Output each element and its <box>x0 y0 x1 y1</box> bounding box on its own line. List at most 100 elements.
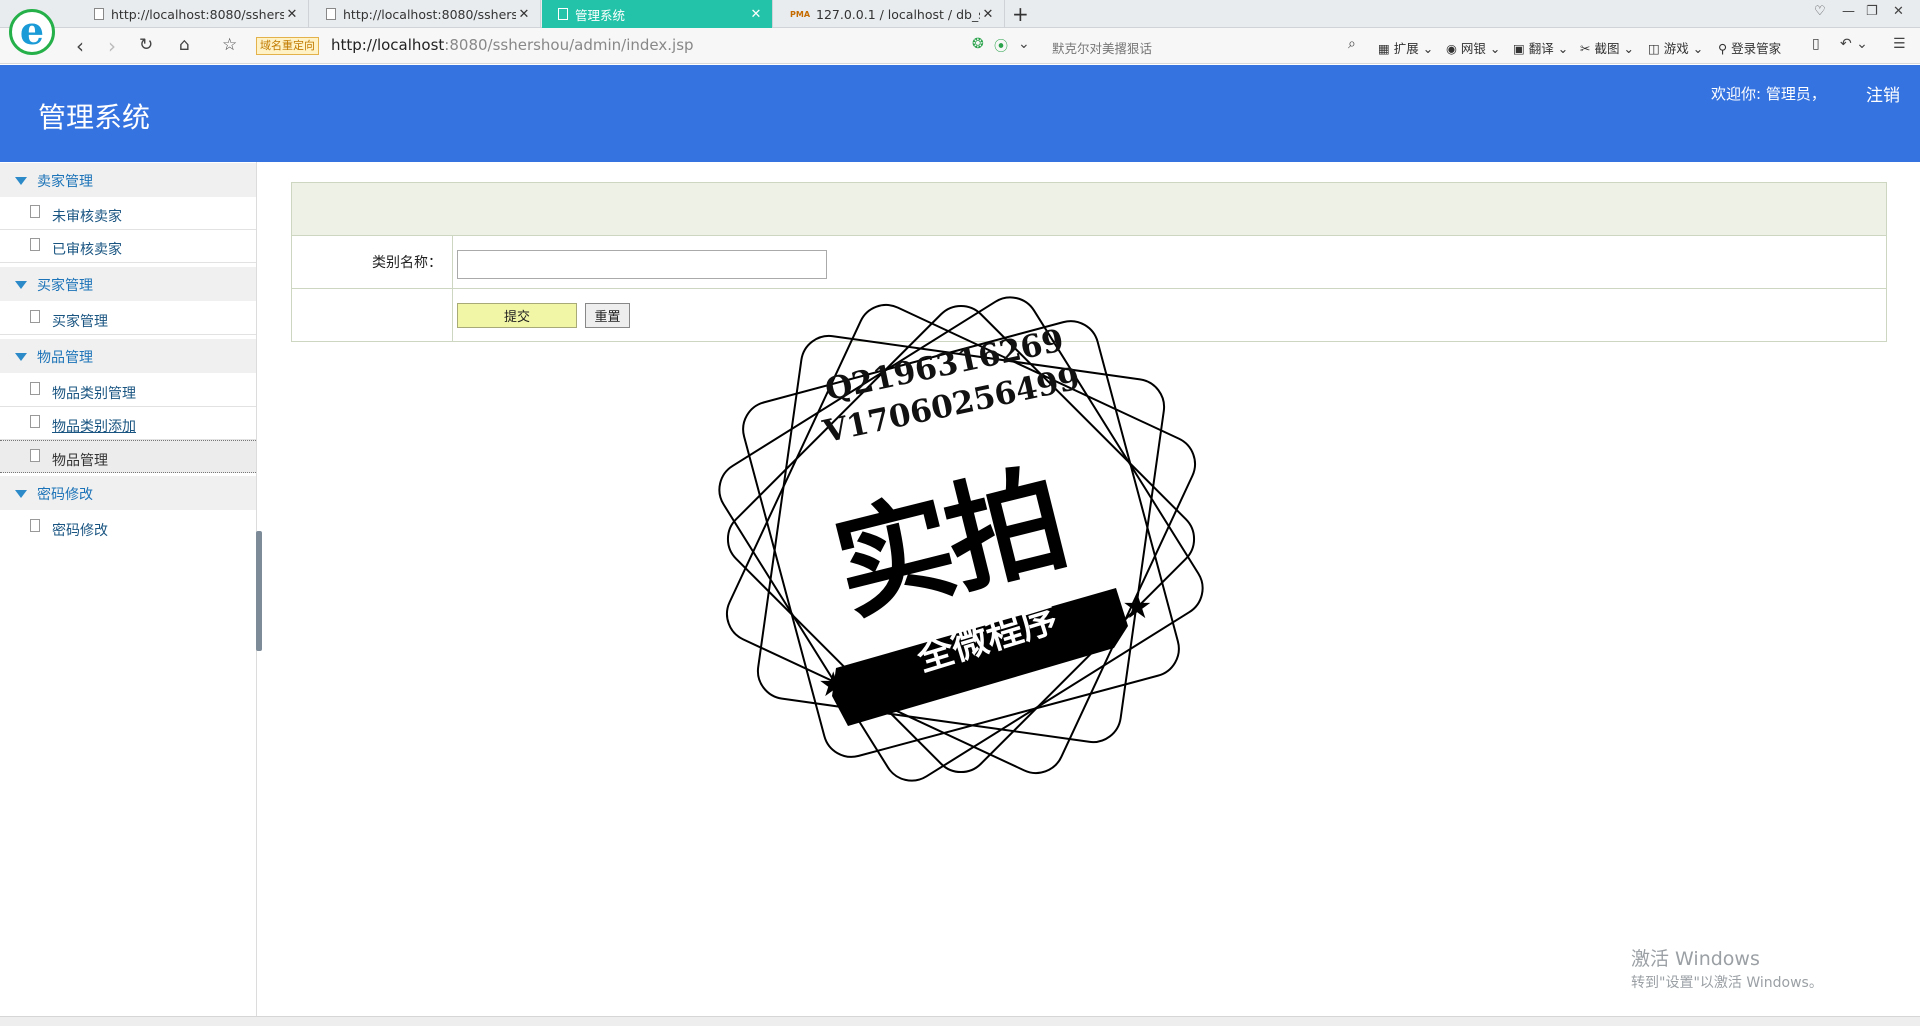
category-name-label: 类别名称： <box>372 255 442 271</box>
screenshot-label: 截图 <box>1594 41 1620 56</box>
extensions-label: 扩展 <box>1393 41 1419 56</box>
sidebar-group-goods[interactable]: 物品管理 <box>0 338 256 373</box>
sidebar-item-buyer-management[interactable]: 买家管理 <box>0 302 256 335</box>
speed-mode-icon[interactable]: ❂ <box>972 36 984 52</box>
collapse-triangle-icon <box>15 177 27 185</box>
sidebar-item-unreviewed-sellers[interactable]: 未审核卖家 <box>0 197 256 230</box>
submit-button[interactable]: 提交 <box>457 303 577 328</box>
sidebar-item-label: 买家管理 <box>52 314 108 330</box>
page-icon <box>30 519 40 532</box>
browser-tab-1[interactable]: http://localhost:8080/sshershou ✕ <box>78 0 309 28</box>
sidebar-group-label: 卖家管理 <box>37 174 93 190</box>
sidebar-group-label: 物品管理 <box>37 350 93 366</box>
tab-title: http://localhost:8080/sshershou <box>111 6 284 22</box>
sidebar-group-password[interactable]: 密码修改 <box>0 475 256 510</box>
favorite-star-icon[interactable]: ☆ <box>222 35 237 55</box>
login-manager-button[interactable]: ⚲ 登录管家 <box>1718 38 1781 57</box>
label-cell <box>292 289 453 341</box>
tab-title: http://localhost:8080/sshershou <box>343 6 516 22</box>
forward-icon[interactable]: › <box>108 34 116 58</box>
browser-logo-icon[interactable]: e <box>9 9 55 55</box>
search-box[interactable]: 默克尔对美撂狠话 <box>1052 38 1152 57</box>
dropdown-icon[interactable]: ⌄ <box>1018 36 1030 52</box>
restore-icon[interactable]: ❐ <box>1866 4 1878 19</box>
sidebar: 卖家管理 未审核卖家 已审核卖家 买家管理 买家管理 物品管理 物品类别管理 物… <box>0 162 257 1016</box>
screenshot-button[interactable]: ✂ 截图 ⌄ <box>1580 38 1634 57</box>
windows-activation-title: 激活 Windows <box>1631 948 1760 970</box>
sidebar-item-label: 已审核卖家 <box>52 242 122 258</box>
sidebar-group-buyers[interactable]: 买家管理 <box>0 266 256 301</box>
close-icon[interactable]: ✕ <box>284 7 300 22</box>
sidebar-item-change-password[interactable]: 密码修改 <box>0 511 256 544</box>
page-icon <box>326 8 336 20</box>
page-icon <box>30 449 40 462</box>
tab-title: 管理系统 <box>575 7 626 23</box>
url-path: :8080/sshershou/admin/index.jsp <box>444 36 694 54</box>
netbank-button[interactable]: ◉ 网银 ⌄ <box>1446 38 1500 57</box>
sidebar-item-label: 物品管理 <box>52 453 108 469</box>
sidebar-toggle-icon[interactable]: ▯ <box>1812 36 1820 52</box>
games-label: 游戏 <box>1663 41 1689 56</box>
page-icon <box>558 8 568 20</box>
sidebar-item-label: 未审核卖家 <box>52 209 122 225</box>
sidebar-item-goods-management[interactable]: 物品管理 <box>0 440 256 473</box>
browser-tab-3-active[interactable]: 管理系统 ✕ <box>542 0 773 28</box>
back-icon[interactable]: ‹ <box>76 34 84 58</box>
welcome-text: 欢迎你: 管理员， <box>1711 85 1826 103</box>
collapse-triangle-icon <box>15 490 27 498</box>
close-icon[interactable]: ✕ <box>980 7 996 22</box>
browser-tab-2[interactable]: http://localhost:8080/sshershou ✕ <box>310 0 541 28</box>
page-icon <box>30 238 40 251</box>
close-icon[interactable]: ✕ <box>748 7 764 22</box>
category-name-input[interactable] <box>457 250 827 279</box>
login-manager-label: 登录管家 <box>1731 41 1782 56</box>
url-host: http://localhost <box>331 36 445 54</box>
ie-compat-icon[interactable]: ⦿ <box>994 36 1008 56</box>
netbank-label: 网银 <box>1460 41 1486 56</box>
reset-button[interactable]: 重置 <box>585 303 630 328</box>
undo-icon[interactable]: ↶ ⌄ <box>1840 36 1868 52</box>
page-icon <box>30 415 40 428</box>
home-icon[interactable]: ⌂ <box>179 35 190 55</box>
translate-button[interactable]: ▣ 翻译 ⌄ <box>1513 38 1568 57</box>
phpmyadmin-icon: PMA <box>790 9 811 19</box>
page-icon <box>30 382 40 395</box>
translate-label: 翻译 <box>1528 41 1554 56</box>
sidebar-item-category-add[interactable]: 物品类别添加 <box>0 407 256 440</box>
sidebar-group-label: 买家管理 <box>37 278 93 294</box>
windows-activation-hint: 转到"设置"以激活 Windows。 <box>1631 975 1823 991</box>
url-field[interactable]: http://localhost:8080/sshershou/admin/in… <box>331 36 694 54</box>
new-tab-icon[interactable]: + <box>1012 2 1029 26</box>
app-title: 管理系统 <box>38 101 151 134</box>
sidebar-group-sellers[interactable]: 卖家管理 <box>0 162 256 197</box>
close-icon[interactable]: ✕ <box>516 7 532 22</box>
sidebar-item-reviewed-sellers[interactable]: 已审核卖家 <box>0 230 256 263</box>
sidebar-item-label: 物品类别管理 <box>52 386 136 402</box>
form-row-category-name: 类别名称： <box>292 236 1886 289</box>
label-cell: 类别名称： <box>292 236 453 288</box>
page-icon <box>94 8 104 20</box>
extensions-button[interactable]: ▦ 扩展 ⌄ <box>1378 38 1433 57</box>
minimize-icon[interactable]: — <box>1842 4 1855 19</box>
games-button[interactable]: ◫ 游戏 ⌄ <box>1648 38 1703 57</box>
browser-tab-4[interactable]: PMA 127.0.0.1 / localhost / db_sshe ✕ <box>774 0 1005 28</box>
form-title-row <box>292 183 1886 236</box>
redirect-badge[interactable]: 域名重定向 <box>256 37 319 55</box>
browser-tab-bar: http://localhost:8080/sshershou ✕ http:/… <box>0 0 1920 28</box>
search-icon[interactable]: ⌕ <box>1348 36 1356 52</box>
sidebar-splitter-handle[interactable] <box>256 531 262 651</box>
sidebar-item-label: 密码修改 <box>52 523 108 539</box>
close-window-icon[interactable]: ✕ <box>1893 4 1904 19</box>
skin-icon[interactable]: ♡ <box>1814 4 1826 19</box>
svg-text:★: ★ <box>1122 587 1152 627</box>
svg-text:★: ★ <box>818 665 848 705</box>
reload-icon[interactable]: ↻ <box>139 35 153 55</box>
page-icon <box>30 310 40 323</box>
menu-icon[interactable]: ☰ <box>1893 36 1906 52</box>
browser-status-bar <box>0 1016 1920 1026</box>
app-header: 管理系统 欢迎你: 管理员， 注销 <box>0 65 1920 162</box>
browser-address-bar: ‹ › ↻ ⌂ ☆ 域名重定向 http://localhost:8080/ss… <box>0 28 1920 64</box>
sidebar-item-category-management[interactable]: 物品类别管理 <box>0 374 256 407</box>
page-icon <box>30 205 40 218</box>
logout-link[interactable]: 注销 <box>1866 81 1900 106</box>
